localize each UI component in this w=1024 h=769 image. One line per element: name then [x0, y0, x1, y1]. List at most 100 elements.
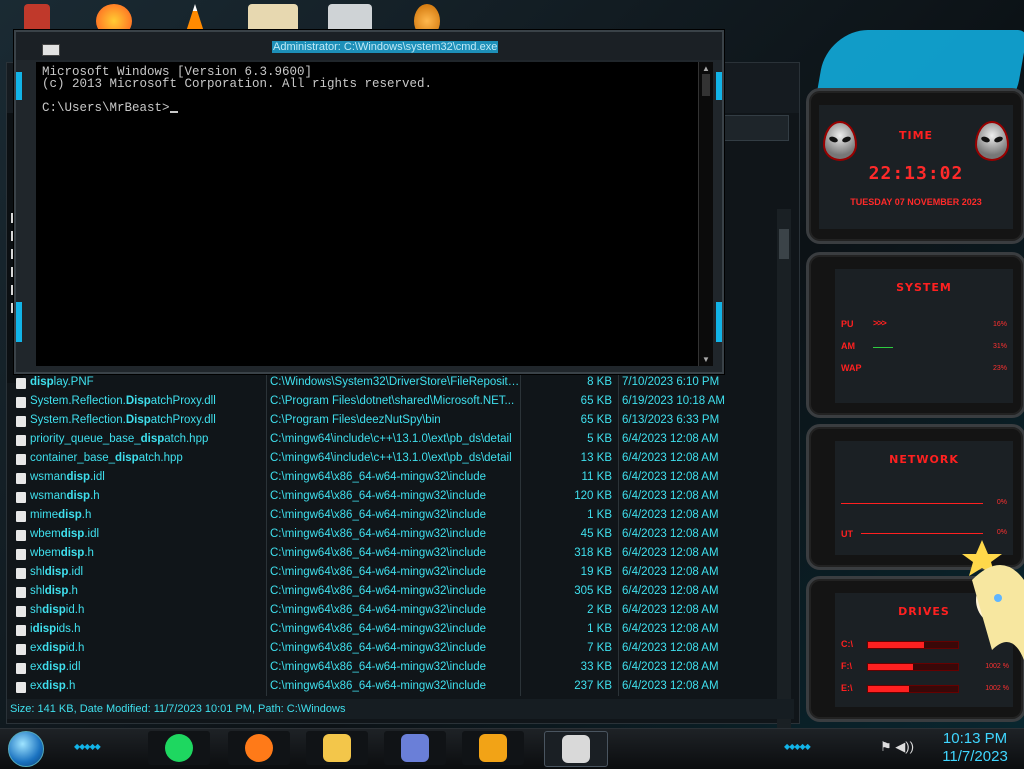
file-row[interactable]: idispids.h C:\mingw64\x86_64-w64-mingw32\…: [8, 621, 768, 640]
file-icon: [16, 606, 26, 617]
system-gadget[interactable]: SYSTEM PU >>> 16% AM 31% WAP 23%: [806, 252, 1024, 418]
file-name: System.Reflection.DispatchProxy.dll: [30, 414, 266, 426]
time-gadget[interactable]: TIME 22:13:02 TUESDAY 07 NOVEMBER 2023: [806, 88, 1024, 244]
gadget-panel: SYSTEM PU >>> 16% AM 31% WAP 23%: [835, 269, 1013, 403]
file-name-part: .h: [84, 547, 94, 559]
scrollbar-thumb[interactable]: [779, 229, 789, 259]
file-row[interactable]: shldisp.h C:\mingw64\x86_64-w64-mingw32\i…: [8, 583, 768, 602]
cmd-console[interactable]: Microsoft Windows [Version 6.3.9600] (c)…: [36, 62, 698, 366]
file-name: System.Reflection.DispatchProxy.dll: [30, 395, 266, 407]
tray-icons[interactable]: ⚑ ◀)): [880, 739, 914, 755]
taskbar-app-button[interactable]: [462, 731, 524, 765]
file-icon: [16, 568, 26, 579]
file-name-match: disp: [60, 547, 85, 559]
start-button[interactable]: [8, 731, 44, 767]
taskbar-app-button[interactable]: [148, 731, 210, 765]
file-icon: [16, 549, 26, 560]
file-name-part: wsman: [30, 471, 67, 483]
file-date: 6/4/2023 12:08 AM: [622, 509, 719, 521]
file-icon: [16, 473, 26, 484]
file-path: C:\mingw64\include\c++\13.1.0\ext\pb_ds\…: [270, 433, 512, 445]
frame-accent: [16, 72, 22, 100]
status-bar: Size: 141 KB, Date Modified: 11/7/2023 1…: [7, 699, 794, 719]
file-row[interactable]: System.Reflection.DispatchProxy.dll C:\Pr…: [8, 393, 768, 412]
file-row[interactable]: System.Reflection.DispatchProxy.dll C:\Pr…: [8, 412, 768, 431]
usage-meter: [873, 347, 893, 348]
file-row[interactable]: exdisp.h C:\mingw64\x86_64-w64-mingw32\in…: [8, 678, 768, 696]
file-size: 5 KB: [587, 433, 612, 445]
file-icon: [16, 587, 26, 598]
gadget-title: SYSTEM: [896, 281, 952, 294]
file-path: C:\Program Files\deezNutSpy\bin: [270, 414, 441, 426]
cmd-titlebar[interactable]: Administrator: C:\Windows\system32\cmd.e…: [16, 32, 722, 60]
taskbar-app-button[interactable]: [384, 731, 446, 765]
file-name: exdisp.idl: [30, 661, 266, 673]
file-row[interactable]: wsmandisp.idl C:\mingw64\x86_64-w64-mingw…: [8, 469, 768, 488]
file-date: 6/4/2023 12:08 AM: [622, 661, 719, 673]
gadget-panel: TIME 22:13:02 TUESDAY 07 NOVEMBER 2023: [819, 105, 1013, 229]
explorer-scrollbar[interactable]: [777, 209, 791, 757]
file-name-match: disp: [42, 642, 66, 654]
scrollbar-thumb[interactable]: [702, 74, 710, 96]
file-path: C:\mingw64\include\c++\13.1.0\ext\pb_ds\…: [270, 452, 512, 464]
file-name: wsmandisp.idl: [30, 471, 266, 483]
file-name-part: .idl: [68, 566, 84, 578]
file-name-match: disp: [60, 528, 85, 540]
taskbar-app-button[interactable]: [228, 731, 290, 765]
file-row[interactable]: container_base_dispatch.hpp C:\mingw64\in…: [8, 450, 768, 469]
file-name-part: .h: [65, 680, 76, 692]
network-row-value: 0%: [996, 499, 1007, 506]
clock-date: 11/7/2023: [942, 748, 1008, 765]
file-row[interactable]: shdispid.h C:\mingw64\x86_64-w64-mingw32\…: [8, 602, 768, 621]
file-size: 65 KB: [580, 395, 612, 407]
file-size: 19 KB: [580, 566, 612, 578]
text-cursor: [169, 111, 178, 113]
drive-value: 1002 %: [985, 685, 1009, 692]
file-row[interactable]: exdisp.idl C:\mingw64\x86_64-w64-mingw32\…: [8, 659, 768, 678]
scroll-down-icon[interactable]: ▼: [702, 355, 710, 364]
file-size: 305 KB: [574, 585, 612, 597]
gadget-panel: NETWORK 0% UT 0%: [835, 441, 1013, 555]
console-prompt[interactable]: C:\Users\MrBeast>: [42, 101, 178, 115]
file-row[interactable]: priority_queue_base_dispatch.hpp C:\mingw…: [8, 431, 768, 450]
cmd-icon: [562, 735, 590, 763]
gadget-title: NETWORK: [889, 453, 959, 466]
file-explorer-icon: [323, 734, 351, 762]
system-row-value: 23%: [992, 365, 1007, 372]
drive-usage-bar: [867, 641, 959, 649]
file-row[interactable]: exdispid.h C:\mingw64\x86_64-w64-mingw32\…: [8, 640, 768, 659]
file-path: C:\Program Files\dotnet\shared\Microsoft…: [270, 395, 515, 407]
cmd-scrollbar[interactable]: ▲ ▼: [698, 62, 713, 366]
file-name: exdispid.h: [30, 642, 266, 654]
file-icon: [16, 625, 26, 636]
file-row[interactable]: wsmandisp.h C:\mingw64\x86_64-w64-mingw32…: [8, 488, 768, 507]
file-row[interactable]: wbemdisp.h C:\mingw64\x86_64-w64-mingw32\…: [8, 545, 768, 564]
file-row[interactable]: display.PNF C:\Windows\System32\DriverSto…: [8, 374, 768, 393]
taskbar: ◆◆◆◆◆ ◆◆◆◆◆ ⚑ ◀)) 10:13 PM 11/7/2023: [0, 728, 1024, 769]
file-row[interactable]: wbemdisp.idl C:\mingw64\x86_64-w64-mingw3…: [8, 526, 768, 545]
file-name-part: .idl: [84, 528, 100, 540]
file-date: 6/4/2023 12:08 AM: [622, 623, 719, 635]
taskbar-app-button[interactable]: [306, 731, 368, 765]
file-name-match: disp: [140, 433, 165, 445]
file-date: 6/4/2023 12:08 AM: [622, 585, 719, 597]
file-name-part: atch.hpp: [164, 433, 209, 445]
file-name: priority_queue_base_dispatch.hpp: [30, 433, 266, 445]
system-row-value: 31%: [992, 343, 1007, 350]
taskbar-clock[interactable]: 10:13 PM 11/7/2023: [930, 730, 1020, 766]
file-row[interactable]: shldisp.idl C:\mingw64\x86_64-w64-mingw32…: [8, 564, 768, 583]
spotify-icon: [165, 734, 193, 762]
file-name-match: disp: [44, 585, 69, 597]
cmd-window[interactable]: Administrator: C:\Windows\system32\cmd.e…: [14, 30, 724, 374]
file-name-part: shl: [30, 585, 45, 597]
file-row[interactable]: mimedisp.h C:\mingw64\x86_64-w64-mingw32\…: [8, 507, 768, 526]
file-name-part: ex: [30, 661, 43, 673]
file-date: 6/19/2023 10:18 AM: [622, 395, 725, 407]
file-path: C:\Windows\System32\DriverStore\FileRepo…: [270, 376, 520, 388]
scroll-up-icon[interactable]: ▲: [702, 64, 710, 73]
file-name-match: disp: [66, 471, 91, 483]
frame-accent: [716, 302, 722, 342]
file-name-part: .idl: [90, 471, 105, 483]
file-name-part: mime: [30, 509, 59, 521]
taskbar-app-button[interactable]: [544, 731, 608, 767]
